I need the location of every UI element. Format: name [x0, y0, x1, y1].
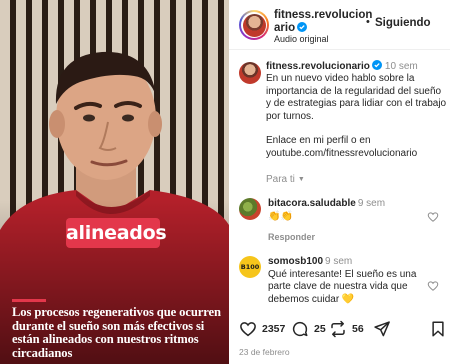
comment-like-icon[interactable] — [427, 211, 439, 223]
post-header: fitness.revolucionario Audio original • … — [229, 0, 450, 50]
save-button[interactable] — [429, 318, 447, 340]
following-button[interactable]: Siguiendo — [375, 17, 431, 29]
reel-video[interactable]: alineados Los procesos regenerativos que… — [0, 0, 229, 364]
heart-icon — [240, 322, 256, 337]
for-you-toggle[interactable]: Para ti ▼ — [266, 174, 305, 185]
repost-count: 56 — [352, 323, 364, 335]
post-panel: fitness.revolucionario Audio original • … — [229, 0, 450, 364]
comment-text: Qué interesante! El sueño es una parte c… — [268, 268, 417, 305]
caption-username[interactable]: fitness.revolucionario — [266, 61, 370, 72]
send-icon — [374, 321, 390, 337]
comment-text: 👏👏 — [268, 210, 293, 222]
comment-username[interactable]: bitacora.saludable — [268, 198, 356, 209]
video-overlay-text: Los procesos regenerativos que ocurren d… — [12, 305, 221, 360]
comment-like-icon[interactable] — [427, 280, 439, 292]
comment-username[interactable]: somosb100 — [268, 256, 323, 267]
send-button[interactable] — [373, 318, 391, 340]
comment-avatar[interactable]: B100 — [239, 256, 261, 278]
reply-button[interactable]: Responder — [268, 232, 315, 242]
repost-icon — [331, 320, 345, 338]
post-date: 23 de febrero — [239, 347, 290, 357]
comment-count: 25 — [314, 323, 326, 335]
like-count: 2357 — [262, 323, 286, 335]
comment-button[interactable]: 25 — [291, 318, 326, 340]
comment-item: bitacora.saludable 9 sem 👏👏 — [268, 198, 428, 223]
verified-icon — [371, 60, 382, 70]
video-caption-word: alineados — [66, 218, 167, 248]
comment-icon — [292, 321, 308, 337]
chevron-down-icon: ▼ — [297, 176, 305, 183]
verified-icon — [297, 22, 308, 32]
audio-link[interactable]: Audio original — [274, 34, 329, 44]
comment-time: 9 sem — [325, 256, 353, 267]
like-button[interactable]: 2357 — [239, 318, 285, 340]
bookmark-icon — [432, 321, 444, 337]
caption-time: 10 sem — [384, 61, 418, 72]
action-bar: 2357 25 56 — [229, 318, 450, 344]
overlay-accent-line — [12, 299, 46, 302]
author-avatar[interactable] — [239, 10, 269, 40]
post-caption: fitness.revolucionario 10 sem En un nuevo… — [266, 60, 448, 160]
comment-avatar[interactable] — [239, 198, 261, 220]
header-separator: • — [366, 16, 370, 28]
comment-item: somosb100 9 sem Qué interesante! El sueño… — [268, 256, 428, 306]
caption-text: En un nuevo video hablo sobre la importa… — [266, 73, 447, 159]
comment-time: 9 sem — [357, 198, 386, 209]
caption-author-avatar[interactable] — [239, 62, 261, 84]
author-username[interactable]: fitness.revolucionario — [274, 9, 378, 35]
for-you-label: Para ti — [266, 174, 295, 185]
repost-button[interactable]: 56 — [329, 318, 364, 340]
